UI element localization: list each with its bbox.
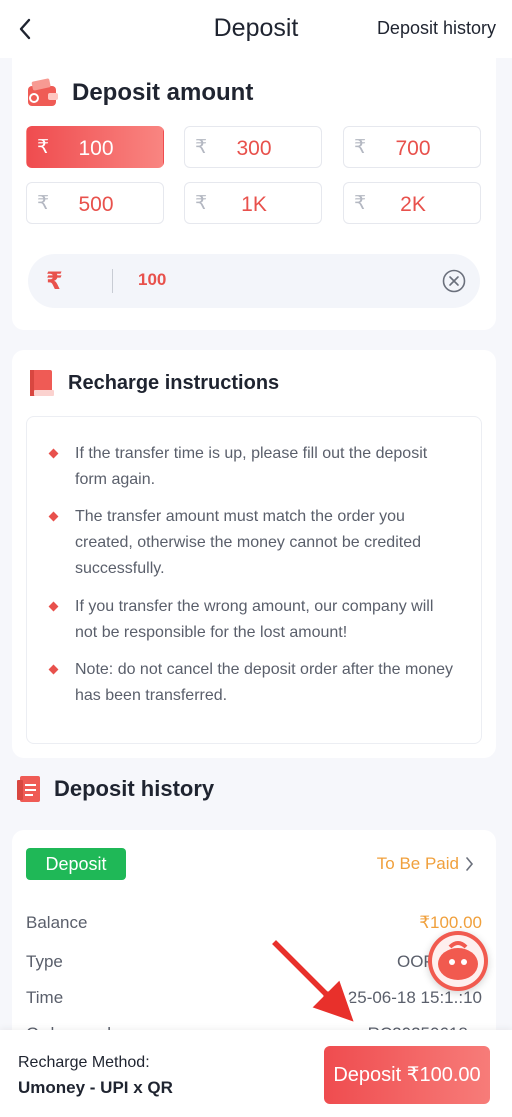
deposit-history-header: Deposit history	[16, 774, 214, 804]
recharge-method-value: Umoney - UPI x QR	[18, 1078, 173, 1097]
instructions-box: If the transfer time is up, please fill …	[26, 416, 482, 744]
amount-option-100[interactable]: ₹ 100	[26, 126, 164, 168]
diamond-bullet-icon	[48, 448, 59, 459]
rupee-icon: ₹	[46, 268, 63, 295]
amount-option-value: 2K	[400, 193, 426, 216]
top-bar: Deposit Deposit history	[0, 0, 512, 58]
deposit-history-link[interactable]: Deposit history	[377, 18, 496, 39]
recharge-method-label: Recharge Method:	[18, 1054, 150, 1071]
instructions-header: Recharge instructions	[28, 368, 279, 398]
recharge-instructions-card: Recharge instructions If the transfer ti…	[12, 350, 496, 758]
balance-value: ₹100.00	[419, 913, 482, 932]
input-divider	[112, 269, 113, 293]
amount-option-300[interactable]: ₹ 300	[184, 126, 322, 168]
pointer-arrow-icon	[268, 936, 358, 1026]
diamond-bullet-icon	[48, 511, 59, 522]
amount-option-500[interactable]: ₹ 500	[26, 182, 164, 224]
status-text: To Be Paid	[376, 854, 459, 873]
diamond-bullet-icon	[48, 601, 59, 612]
type-label: Type	[26, 952, 63, 971]
bottom-action-bar: Recharge Method: Umoney - UPI x QR Depos…	[0, 1030, 512, 1117]
amount-option-2k[interactable]: ₹ 2K	[343, 182, 481, 224]
diamond-bullet-icon	[48, 664, 59, 675]
deposit-submit-button[interactable]: Deposit ₹100.00	[324, 1046, 490, 1104]
balance-label: Balance	[26, 913, 88, 932]
amount-option-value: 100	[78, 137, 114, 160]
amount-input[interactable]: ₹ 100	[28, 254, 480, 308]
deposit-badge: Deposit	[26, 848, 126, 880]
amount-option-value: 500	[78, 193, 114, 216]
chevron-right-icon	[466, 857, 474, 871]
amount-option-value: 300	[236, 137, 272, 160]
status-link[interactable]: To Be Paid	[377, 854, 474, 874]
amount-option-value: 1K	[241, 193, 267, 216]
amount-option-1k[interactable]: ₹ 1K	[184, 182, 322, 224]
amount-option-700[interactable]: ₹ 700	[343, 126, 481, 168]
time-label: Time	[26, 988, 64, 1007]
document-icon	[17, 776, 40, 802]
instruction-item: The transfer amount must match the order…	[47, 504, 467, 582]
instruction-item: If you transfer the wrong amount, our co…	[47, 594, 467, 646]
mascot-icon	[432, 935, 484, 987]
clear-icon[interactable]	[442, 269, 466, 293]
instruction-item: If the transfer time is up, please fill …	[47, 441, 467, 493]
deposit-amount-title: Deposit amount	[72, 79, 254, 106]
amount-option-value: 700	[395, 137, 431, 160]
book-icon	[30, 370, 54, 396]
deposit-amount-header: Deposit amount	[26, 78, 253, 108]
customer-service-avatar[interactable]	[428, 931, 488, 991]
wallet-icon	[28, 78, 58, 106]
instructions-title: Recharge instructions	[68, 371, 280, 394]
instruction-item: Note: do not cancel the deposit order af…	[47, 657, 467, 709]
deposit-history-title: Deposit history	[54, 776, 215, 801]
amount-input-value[interactable]: 100	[138, 270, 166, 290]
